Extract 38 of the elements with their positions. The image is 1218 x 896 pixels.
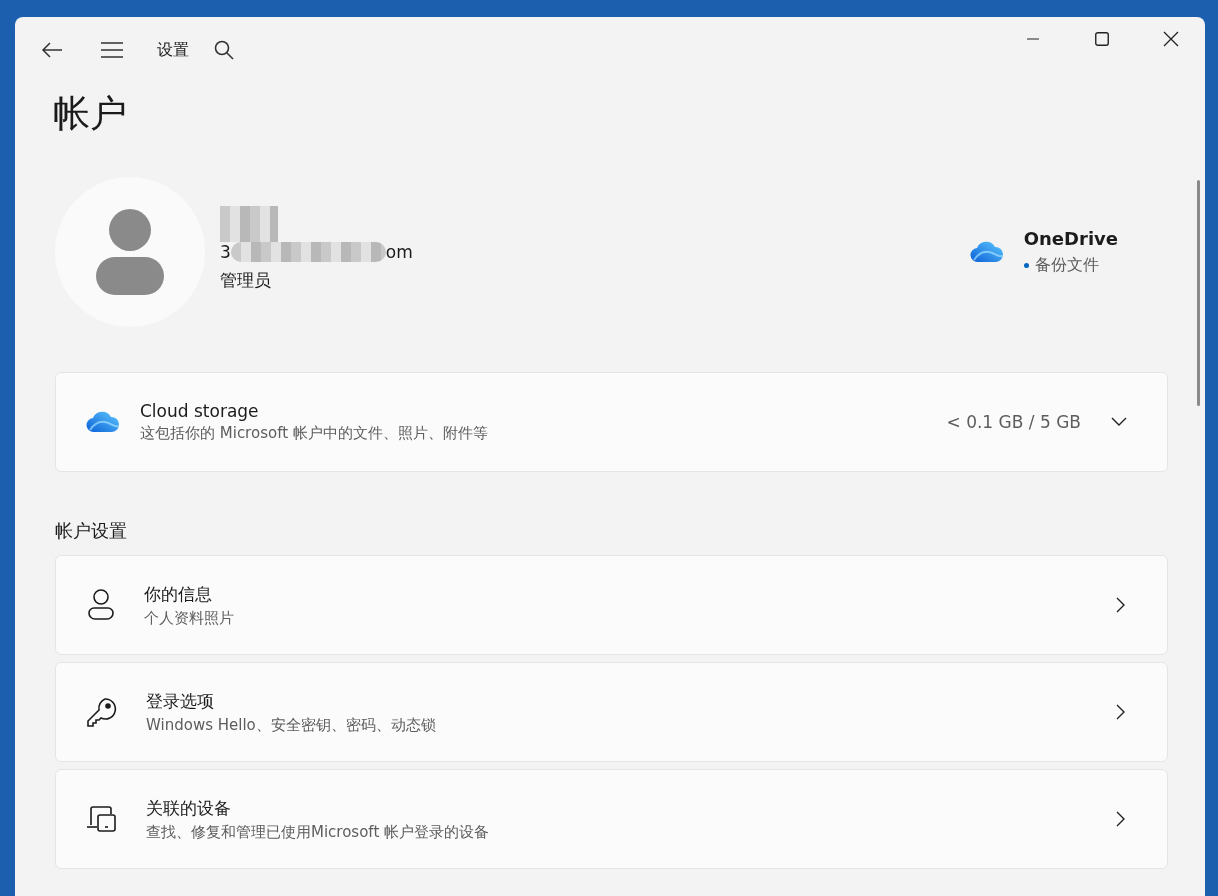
item-description: 查找、修复和管理已使用Microsoft 帐户登录的设备 — [146, 822, 490, 842]
page-title: 帐户 — [53, 91, 128, 137]
item-description: Windows Hello、安全密钥、密码、动态锁 — [146, 715, 436, 735]
email-text: om — [385, 242, 413, 262]
chevron-icon — [1115, 597, 1125, 613]
search-icon[interactable] — [214, 40, 234, 60]
chevron-icon[interactable] — [1111, 417, 1127, 427]
item-title: 你的信息 — [144, 582, 213, 606]
settings-item[interactable]: 关联的设备 查找、修复和管理已使用Microsoft 帐户登录的设备 — [55, 769, 1168, 869]
section-heading: 帐户设置 — [55, 519, 128, 543]
account-role: 管理员 — [220, 268, 272, 292]
window-title: 设置 — [157, 39, 189, 61]
storage-usage: < 0.1 GB / 5 GB — [946, 412, 1081, 432]
email-text: 3 — [220, 242, 231, 262]
settings-item[interactable]: 你的信息 个人资料照片 — [55, 555, 1168, 655]
person-icon — [86, 588, 116, 622]
card-description: 这包括你的 Microsoft 帐户中的文件、照片、附件等 — [140, 424, 488, 443]
chevron-icon — [1115, 704, 1125, 720]
settings-item[interactable]: 登录选项 Windows Hello、安全密钥、密码、动态锁 — [55, 662, 1168, 762]
devices-icon — [86, 805, 118, 833]
card-title: Cloud storage — [140, 401, 260, 421]
chevron-icon — [1115, 811, 1125, 827]
item-title: 关联的设备 — [146, 796, 232, 820]
maximize-icon[interactable] — [1094, 32, 1109, 46]
minimize-icon[interactable] — [1026, 38, 1039, 40]
scrollbar-thumb[interactable] — [1197, 180, 1200, 406]
close-icon[interactable] — [1162, 31, 1179, 47]
back-arrow-icon[interactable] — [41, 41, 63, 59]
menu-icon[interactable] — [100, 41, 124, 59]
key-icon — [86, 696, 118, 728]
onedrive-status[interactable]: 备份文件 — [1034, 255, 1099, 276]
onedrive-title: OneDrive — [1023, 228, 1118, 249]
cloud-icon — [969, 241, 1004, 263]
item-description: 个人资料照片 — [144, 608, 234, 628]
cloud-icon — [86, 411, 120, 433]
status-dot — [1023, 263, 1029, 268]
item-title: 登录选项 — [146, 689, 215, 713]
cloud-storage-card[interactable]: Cloud storage 这包括你的 Microsoft 帐户中的文件、照片、附件等 < 0.1 GB / 5 GB — [55, 372, 1168, 472]
